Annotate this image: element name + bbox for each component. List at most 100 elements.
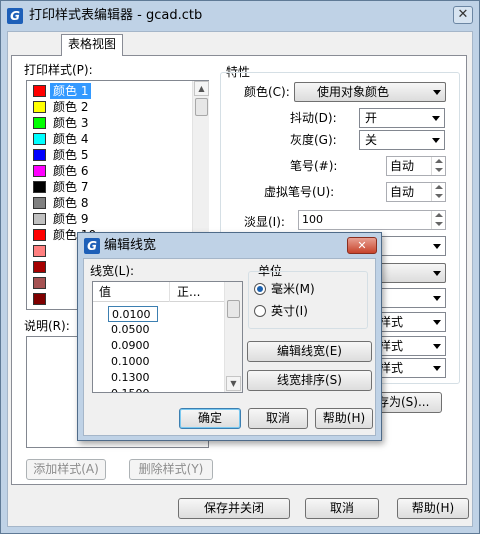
column-normal[interactable]: 正... — [177, 284, 200, 300]
pen-number-spinner[interactable]: 自动 — [386, 156, 446, 176]
unit-mm-label[interactable]: 毫米(M) — [271, 281, 315, 297]
edit-lineweights-dialog: G 编辑线宽 ✕ 线宽(L): 值 正... 0.0100 0.0500 0.090… — [77, 232, 382, 441]
unit-inch-label[interactable]: 英寸(I) — [271, 303, 308, 319]
lineweight-list-item[interactable]: 0.0500 — [111, 322, 150, 338]
lineweight-list-item[interactable]: 0.1300 — [111, 370, 150, 386]
color-swatch — [33, 277, 46, 289]
scroll-down-icon[interactable]: ▼ — [226, 376, 241, 391]
cancel-button[interactable]: 取消 — [305, 498, 379, 519]
style-list-item[interactable]: 颜色 3 — [30, 115, 192, 131]
color-swatch — [33, 165, 46, 177]
style-name: 颜色 9 — [53, 212, 89, 226]
window-title: 打印样式表编辑器 - gcad.ctb — [29, 8, 203, 23]
print-styles-label: 打印样式(P): — [24, 63, 93, 77]
screening-spinner[interactable]: 100 — [298, 210, 446, 230]
color-swatch — [33, 229, 46, 241]
help-button[interactable]: 帮助(H) — [397, 498, 469, 519]
style-list-item[interactable]: 颜色 9 — [30, 211, 192, 227]
save-and-close-button[interactable]: 保存并关闭 — [178, 498, 290, 519]
color-swatch — [33, 197, 46, 209]
spinner-buttons[interactable] — [431, 183, 445, 201]
style-name: 颜色 6 — [53, 164, 89, 178]
add-style-button[interactable]: 添加样式(A) — [26, 459, 106, 480]
grayscale-combo[interactable]: 关 — [359, 130, 445, 150]
units-group — [248, 271, 368, 329]
grayscale-label: 灰度(G): — [290, 133, 337, 147]
chevron-down-icon — [433, 320, 441, 325]
unit-inch-radio[interactable] — [254, 305, 266, 317]
style-list-item[interactable]: 颜色 6 — [30, 163, 192, 179]
chevron-down-icon — [432, 116, 440, 121]
virtual-pen-label: 虚拟笔号(U): — [264, 185, 335, 199]
dialog-title: 编辑线宽 — [104, 238, 157, 253]
ok-button[interactable]: 确定 — [179, 408, 241, 429]
lineweights-label: 线宽(L): — [90, 264, 135, 278]
style-name: 颜色 3 — [53, 116, 89, 130]
color-swatch — [33, 293, 46, 305]
dialog-close-button[interactable]: ✕ — [347, 237, 377, 254]
style-name — [50, 259, 56, 275]
style-name: 颜色 8 — [53, 196, 89, 210]
style-list-item[interactable]: 颜色 7 — [30, 179, 192, 195]
lineweight-list-item[interactable]: 0.1500 — [111, 386, 150, 392]
style-list-item[interactable]: 颜色 2 — [30, 99, 192, 115]
chevron-down-icon — [433, 244, 441, 249]
window-close-button[interactable]: ✕ — [453, 6, 473, 24]
lineweight-list-item[interactable]: 0.0900 — [111, 338, 150, 354]
column-divider — [169, 282, 170, 302]
scroll-thumb[interactable] — [195, 98, 208, 116]
lineweight-list-item[interactable]: 0.1000 — [111, 354, 150, 370]
color-swatch — [33, 261, 46, 273]
style-list-item[interactable]: 颜色 1 — [30, 83, 192, 99]
title-bar[interactable]: G 打印样式表编辑器 - gcad.ctb ✕ — [1, 1, 479, 31]
delete-style-button[interactable]: 删除样式(Y) — [129, 459, 213, 480]
style-list-item[interactable]: 颜色 5 — [30, 147, 192, 163]
tab-table-view[interactable]: 表格视图 — [61, 34, 124, 56]
dither-combo[interactable]: 开 — [359, 108, 445, 128]
style-name — [50, 291, 56, 307]
lineweights-scrollbar[interactable]: ▼ — [224, 282, 242, 392]
color-swatch — [33, 101, 46, 113]
color-swatch — [33, 245, 46, 257]
description-label: 说明(R): — [24, 319, 70, 333]
dither-label: 抖动(D): — [290, 111, 337, 125]
color-swatch — [33, 181, 46, 193]
color-combo[interactable]: 使用对象颜色 — [294, 82, 446, 102]
style-list-item[interactable]: 颜色 8 — [30, 195, 192, 211]
style-name — [50, 275, 56, 291]
lineweights-list[interactable]: 值 正... 0.01000.05000.09000.10000.13000.1… — [92, 281, 243, 393]
chevron-down-icon — [433, 90, 441, 95]
scroll-thumb[interactable] — [227, 300, 240, 318]
column-value[interactable]: 值 — [99, 284, 111, 300]
spinner-buttons[interactable] — [431, 211, 445, 229]
style-name: 颜色 7 — [53, 180, 89, 194]
chevron-down-icon — [432, 138, 440, 143]
screening-label: 淡显(I): — [244, 215, 285, 229]
chevron-down-icon — [433, 271, 441, 276]
style-name — [50, 243, 56, 259]
dialog-cancel-button[interactable]: 取消 — [248, 408, 308, 429]
dialog-client-area: 线宽(L): 值 正... 0.0100 0.0500 0.0900 0.1000 0.… — [83, 258, 376, 436]
spinner-buttons[interactable] — [431, 157, 445, 175]
dialog-help-button[interactable]: 帮助(H) — [315, 408, 373, 429]
color-label: 颜色(C): — [244, 85, 290, 99]
virtual-pen-spinner[interactable]: 自动 — [386, 182, 446, 202]
style-name: 颜色 2 — [53, 100, 89, 114]
chevron-down-icon — [433, 296, 441, 301]
edit-lineweight-button[interactable]: 编辑线宽(E) — [247, 341, 372, 362]
style-name: 颜色 5 — [53, 148, 89, 162]
scroll-up-icon[interactable]: ▲ — [194, 81, 209, 96]
lineweights-header: 值 正... — [93, 282, 224, 302]
style-list-item[interactable]: 颜色 4 — [30, 131, 192, 147]
gcad-app-icon: G — [84, 238, 100, 254]
gcad-app-icon: G — [7, 8, 23, 24]
color-swatch — [33, 213, 46, 225]
chevron-down-icon — [433, 344, 441, 349]
style-name: 颜色 4 — [53, 132, 89, 146]
color-swatch — [33, 85, 46, 97]
lineweight-edit-field[interactable]: 0.0100 — [108, 306, 158, 322]
chevron-down-icon — [433, 366, 441, 371]
color-swatch — [33, 117, 46, 129]
sort-lineweight-button[interactable]: 线宽排序(S) — [247, 370, 372, 391]
unit-mm-radio[interactable] — [254, 283, 266, 295]
